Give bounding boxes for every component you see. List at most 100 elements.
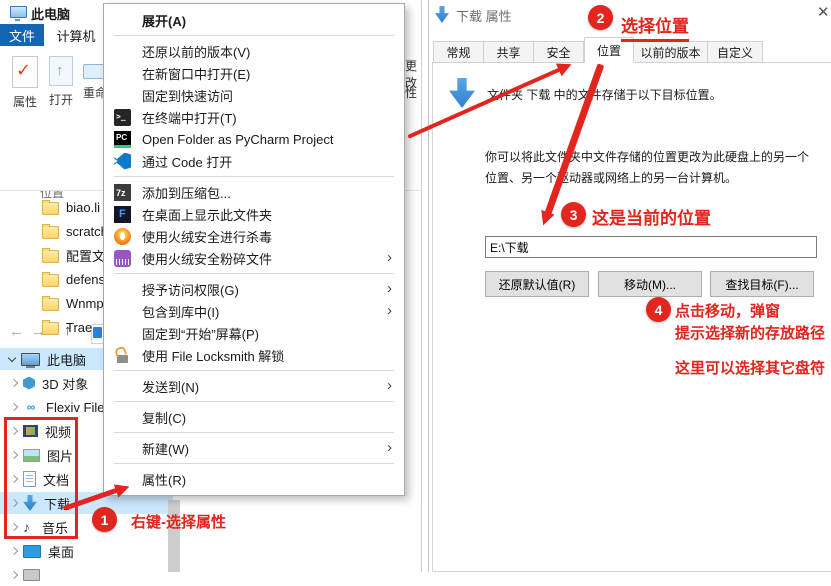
- menu-item[interactable]: 属性(R): [104, 468, 404, 490]
- menu-icon-slot: [114, 378, 131, 395]
- menu-item[interactable]: 还原以前的版本(V): [104, 40, 404, 62]
- sidebar-item-label: Wnmp: [66, 296, 104, 311]
- chevron-expanded-icon[interactable]: [8, 354, 16, 362]
- menu-item[interactable]: 发送到(N)›: [104, 375, 404, 397]
- dialog-tab-共享[interactable]: 共享: [484, 41, 534, 63]
- menu-item[interactable]: 使用火绒安全进行杀毒: [104, 225, 404, 247]
- pc-icon: [21, 353, 40, 366]
- menu-separator: [114, 432, 394, 433]
- menu-item[interactable]: 包含到库中(I)›: [104, 300, 404, 322]
- menu-item[interactable]: Open Folder as PyCharm Project: [104, 128, 404, 150]
- annotation-step4-line2: 提示选择新的存放路径: [675, 322, 825, 343]
- menu-icon-slot: [114, 43, 131, 60]
- dialog-tab-strip: 常规共享安全位置以前的版本自定义: [433, 38, 763, 63]
- vscode-icon: [114, 153, 131, 170]
- shredder-icon: [114, 250, 131, 267]
- chevron-collapsed-icon[interactable]: [10, 571, 18, 579]
- menu-item[interactable]: 固定到快速访问: [104, 84, 404, 106]
- annotation-step4-line3: 这里可以选择其它盘符: [675, 357, 825, 378]
- menu-separator: [114, 401, 394, 402]
- location-description: 文件夹 下载 中的文件存储于以下目标位置。: [487, 86, 722, 103]
- menu-item-label: 使用火绒安全进行杀毒: [142, 227, 272, 246]
- menu-separator: [114, 35, 394, 36]
- folder-icon: [42, 274, 59, 287]
- chevron-spacer: [30, 203, 37, 210]
- menu-item[interactable]: 新建(W)›: [104, 437, 404, 459]
- menu-icon-slot: [114, 325, 131, 342]
- chevron-collapsed-icon[interactable]: [10, 547, 18, 555]
- ribbon-properties-button[interactable]: 属性: [8, 56, 42, 110]
- folder-icon: [42, 202, 59, 215]
- menu-separator: [114, 463, 394, 464]
- properties-check-icon: [12, 56, 38, 88]
- context-menu: 展开(A) 还原以前的版本(V)在新窗口中打开(E) 固定到快速访问在终端中打开(T…: [103, 3, 405, 496]
- menu-item[interactable]: 在新窗口中打开(E): [104, 62, 404, 84]
- close-icon[interactable]: ✕: [817, 3, 831, 21]
- menu-item-label: 固定到“开始”屏幕(P): [142, 324, 259, 343]
- ribbon-open-button[interactable]: 打开: [44, 56, 78, 108]
- disk-icon: [23, 569, 40, 581]
- submenu-arrow-icon: ›: [387, 253, 392, 263]
- dialog-tab-以前的版本[interactable]: 以前的版本: [634, 41, 708, 63]
- dialog-tab-自定义[interactable]: 自定义: [708, 41, 763, 63]
- menu-item[interactable]: 在终端中打开(T): [104, 106, 404, 128]
- menu-item[interactable]: 授予访问权限(G)›: [104, 278, 404, 300]
- menu-item[interactable]: 固定到“开始”屏幕(P): [104, 322, 404, 344]
- menu-item[interactable]: 展开(A): [104, 9, 404, 31]
- menu-icon-slot: [114, 440, 131, 457]
- menu-item-label: 在终端中打开(T): [142, 108, 237, 127]
- downloads-folder-icon: [435, 6, 449, 23]
- sidebar-item-label: 此电脑: [47, 350, 86, 369]
- menu-item[interactable]: 添加到压缩包...: [104, 181, 404, 203]
- annotation-step2-badge: 2: [588, 5, 613, 30]
- folder-path-input[interactable]: [485, 236, 817, 258]
- menu-icon-slot: [114, 87, 131, 104]
- menu-icon-slot: [114, 65, 131, 82]
- move-button[interactable]: 移动(M)...: [598, 271, 702, 297]
- sidebar-item-桌面[interactable]: 桌面: [0, 540, 173, 562]
- menu-item[interactable]: 复制(C): [104, 406, 404, 428]
- annotation-step1-badge: 1: [92, 507, 117, 532]
- desktop-icon: [23, 545, 41, 558]
- find-target-button[interactable]: 查找目标(F)...: [710, 271, 814, 297]
- properties-dialog: 下载 属性 ✕ 常规共享安全位置以前的版本自定义 文件夹 下载 中的文件存储于以…: [428, 0, 831, 572]
- menu-separator: [114, 176, 394, 177]
- annotation-step1-text: 右键-选择属性: [131, 511, 226, 532]
- menu-item-label: 复制(C): [142, 408, 186, 427]
- submenu-arrow-icon: ›: [387, 306, 392, 316]
- folder-icon: [42, 298, 59, 311]
- menu-icon-slot: [114, 303, 131, 320]
- menu-item-label: 通过 Code 打开: [142, 152, 232, 171]
- submenu-arrow-icon: ›: [387, 443, 392, 453]
- sidebar-item-clipped[interactable]: [0, 564, 173, 586]
- submenu-arrow-icon: ›: [387, 284, 392, 294]
- menu-item-label: 属性(R): [142, 470, 186, 489]
- ribbon-tab-file[interactable]: 文件: [0, 24, 44, 46]
- ribbon-tab-computer[interactable]: 计算机: [46, 24, 106, 46]
- menu-item-label: 发送到(N): [142, 377, 199, 396]
- menu-item[interactable]: 通过 Code 打开: [104, 150, 404, 172]
- huorong-icon: [114, 228, 131, 245]
- flexiv-icon: [23, 401, 39, 414]
- dialog-tab-常规[interactable]: 常规: [433, 41, 484, 63]
- sidebar-item-label: Trae: [66, 320, 92, 335]
- this-pc-icon: [10, 6, 27, 18]
- menu-item[interactable]: 在桌面上显示此文件夹: [104, 203, 404, 225]
- menu-item-label: 添加到压缩包...: [142, 183, 231, 202]
- restore-default-button[interactable]: 还原默认值(R): [485, 271, 589, 297]
- chevron-collapsed-icon[interactable]: [10, 379, 18, 387]
- annotation-step2-text: 选择位置: [621, 12, 689, 42]
- menu-item[interactable]: 使用 File Locksmith 解锁: [104, 344, 404, 366]
- chevron-spacer: [30, 299, 37, 306]
- annotation-step3-text: 这是当前的位置: [592, 204, 711, 229]
- annotation-step3-badge: 3: [561, 202, 586, 227]
- chevron-collapsed-icon[interactable]: [10, 403, 18, 411]
- dialog-title: 下载 属性: [456, 6, 512, 25]
- menu-icon-slot: [114, 409, 131, 426]
- menu-item-label: 固定到快速访问: [142, 86, 233, 105]
- menu-item[interactable]: 使用火绒安全粉碎文件›: [104, 247, 404, 269]
- folder-f-icon: [114, 206, 131, 223]
- menu-item-label: 还原以前的版本(V): [142, 42, 250, 61]
- clipped-ribbon-label-prop: 性: [405, 84, 428, 101]
- dialog-tab-安全[interactable]: 安全: [534, 41, 584, 63]
